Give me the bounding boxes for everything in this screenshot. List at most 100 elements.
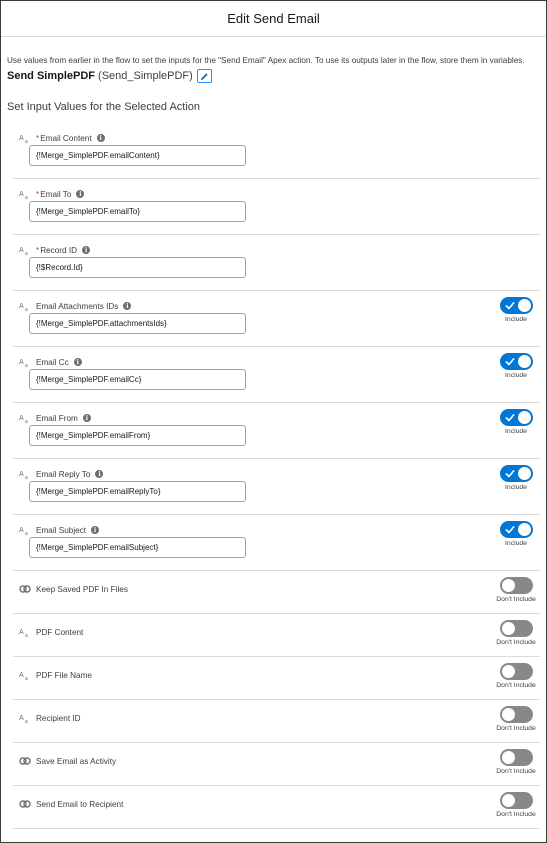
svg-text:A: A xyxy=(19,527,24,534)
info-icon[interactable]: i xyxy=(95,470,104,478)
required-marker: * xyxy=(36,133,40,143)
edit-action-button[interactable] xyxy=(196,69,212,83)
info-icon[interactable]: i xyxy=(82,414,91,422)
include-toggle[interactable] xyxy=(499,577,533,594)
param-label-text: Send Email to Recipient xyxy=(36,799,124,809)
svg-text:A: A xyxy=(19,715,24,722)
info-icon[interactable]: i xyxy=(82,246,91,254)
include-toggle[interactable] xyxy=(499,706,533,723)
svg-text:A: A xyxy=(19,471,24,478)
svg-text:A: A xyxy=(19,191,24,198)
input-parameters-list: Aa *Email Content i {!Merge_SimplePDF.email… xyxy=(1,123,546,829)
toggle-caption: Don't Include xyxy=(496,682,536,689)
param-value-input[interactable]: {!Merge_SimplePDF.emailCc} xyxy=(29,369,246,390)
info-icon[interactable]: i xyxy=(123,302,132,310)
param-label-row: Aa Email From i xyxy=(19,413,91,423)
param-label-row: Aa Recipient ID xyxy=(19,713,81,724)
param-label-row: Save Email as Activity xyxy=(19,756,116,766)
text-type-icon: Aa xyxy=(19,629,28,637)
info-icon[interactable]: i xyxy=(96,134,105,142)
param-label-text: Save Email as Activity xyxy=(36,756,117,766)
param-label-row: Aa PDF File Name xyxy=(19,670,92,681)
param-value-input[interactable]: {!Merge_SimplePDF.emailTo} xyxy=(29,201,246,222)
include-toggle[interactable] xyxy=(499,620,533,637)
svg-text:A: A xyxy=(19,415,24,422)
include-toggle-group: Include xyxy=(494,353,538,379)
info-icon[interactable]: i xyxy=(91,526,100,534)
info-icon[interactable]: i xyxy=(76,190,85,198)
param-value-input[interactable]: {!Merge_SimplePDF.emailReplyTo} xyxy=(29,481,246,502)
param-label-row: Aa *Record ID i xyxy=(19,245,91,255)
param-value-input[interactable]: {!Merge_SimplePDF.emailSubject} xyxy=(29,537,246,558)
param-row-email-subject: Aa Email Subject i {!Merge_SimplePDF.emailS… xyxy=(13,515,540,571)
toggle-knob xyxy=(501,665,515,678)
svg-text:A: A xyxy=(19,303,24,310)
required-marker: * xyxy=(36,245,40,255)
toggle-knob xyxy=(501,751,515,764)
svg-text:a: a xyxy=(25,531,28,535)
svg-text:a: a xyxy=(25,676,28,680)
param-row-pdf-file-name: Aa PDF File Name Don't Include xyxy=(13,657,540,700)
text-type-icon: Aa xyxy=(19,135,28,143)
toggle-knob xyxy=(517,355,531,368)
svg-text:a: a xyxy=(25,307,28,311)
check-icon xyxy=(504,525,515,534)
param-value-input[interactable]: {!Merge_SimplePDF.emailContent} xyxy=(29,145,246,166)
param-label-row: Send Email to Recipient xyxy=(19,799,123,809)
include-toggle[interactable] xyxy=(499,792,533,809)
param-value-input[interactable]: {!Merge_SimplePDF.attachmentsIds} xyxy=(29,313,246,334)
toggle-caption: Don't Include xyxy=(496,811,536,818)
svg-text:a: a xyxy=(25,633,28,637)
required-marker: * xyxy=(36,189,40,199)
toggle-caption: Include xyxy=(505,372,527,379)
include-toggle-group: Don't Include xyxy=(494,620,538,646)
check-icon xyxy=(504,357,515,366)
text-type-icon: Aa xyxy=(19,672,28,680)
param-label: Keep Saved PDF In Files xyxy=(36,585,128,594)
param-value-input[interactable]: {!$Record.Id} xyxy=(29,257,246,278)
section-title: Set Input Values for the Selected Action xyxy=(7,101,201,113)
param-label: Email From xyxy=(36,414,78,423)
param-label-text: Email Attachments IDs xyxy=(36,301,119,311)
svg-text:a: a xyxy=(25,419,28,423)
edit-send-email-modal: Edit Send Email Use values from earlier … xyxy=(0,0,547,843)
param-label-text: Keep Saved PDF In Files xyxy=(36,584,128,594)
param-label-text: Recipient ID xyxy=(36,713,81,723)
param-label-text: Email Subject xyxy=(36,525,87,535)
include-toggle[interactable] xyxy=(499,409,533,426)
param-label: Email Reply To xyxy=(36,470,90,479)
param-label: Email Subject xyxy=(36,526,86,535)
check-icon xyxy=(504,413,515,422)
svg-text:a: a xyxy=(25,251,28,255)
include-toggle-group: Include xyxy=(494,297,538,323)
include-toggle[interactable] xyxy=(499,465,533,482)
svg-text:a: a xyxy=(25,475,28,479)
param-value-input[interactable]: {!Merge_SimplePDF.emailFrom} xyxy=(29,425,246,446)
text-type-icon: Aa xyxy=(19,247,28,255)
include-toggle[interactable] xyxy=(499,749,533,766)
info-icon[interactable]: i xyxy=(73,358,82,366)
param-label-row: Keep Saved PDF In Files xyxy=(19,584,128,594)
text-type-icon: Aa xyxy=(19,527,28,535)
modal-header: Edit Send Email xyxy=(1,1,546,37)
svg-text:A: A xyxy=(19,247,24,254)
include-toggle[interactable] xyxy=(499,353,533,370)
param-label-row: Aa PDF Content xyxy=(19,627,83,638)
toggle-knob xyxy=(517,467,531,480)
param-label-text: Email Reply To xyxy=(36,469,91,479)
include-toggle[interactable] xyxy=(499,521,533,538)
include-toggle-group: Include xyxy=(494,465,538,491)
param-label-text: Record ID xyxy=(40,245,78,255)
param-label-row: Aa Email Subject i xyxy=(19,525,100,535)
param-label: *Email Content xyxy=(36,134,92,143)
param-row-save-email-as-activity: Save Email as Activity Don't Include xyxy=(13,743,540,786)
param-row-email-from: Aa Email From i {!Merge_SimplePDF.emailFrom… xyxy=(13,403,540,459)
svg-text:a: a xyxy=(25,363,28,367)
param-row-email-attachments-ids: Aa Email Attachments IDs i {!Merge_SimplePD… xyxy=(13,291,540,347)
include-toggle[interactable] xyxy=(499,297,533,314)
param-label: Email Cc xyxy=(36,358,69,367)
param-label-text: Email Content xyxy=(40,133,92,143)
include-toggle[interactable] xyxy=(499,663,533,680)
action-api-name: (Send_SimplePDF) xyxy=(98,70,193,82)
param-row-keep-saved-pdf-in-files: Keep Saved PDF In Files Don't Include xyxy=(13,571,540,614)
